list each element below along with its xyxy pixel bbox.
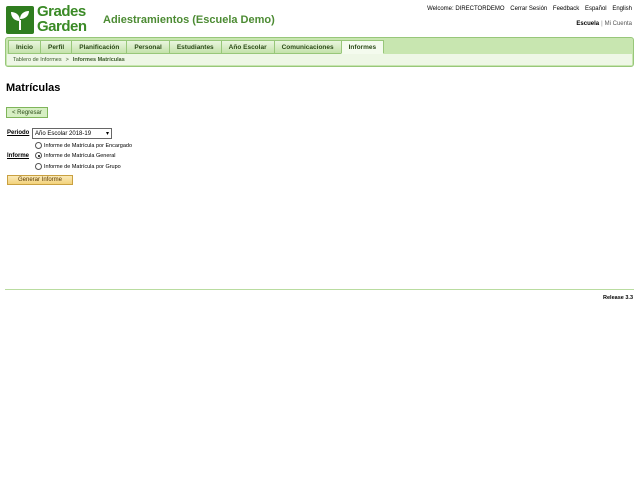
breadcrumb: Tablero de Informes > Informes Matrícula…	[7, 54, 632, 65]
radio-button-selected[interactable]	[35, 152, 42, 159]
report-option-group[interactable]: Informe de Matrícula por Grupo	[35, 163, 121, 170]
breadcrumb-parent-link[interactable]: Tablero de Informes	[13, 57, 62, 63]
footer-divider	[5, 289, 634, 290]
report-option-label: Informe de Matrícula General	[44, 152, 116, 159]
tab-comunicaciones[interactable]: Comunicaciones	[273, 40, 341, 54]
tab-planificacion[interactable]: Planificación	[71, 40, 127, 54]
page-title: Matrículas	[6, 82, 61, 94]
switch-separator: |	[601, 21, 603, 27]
school-view-link[interactable]: Escuela	[576, 21, 599, 27]
logo-text-line2: Garden	[37, 18, 87, 35]
english-link[interactable]: English	[612, 6, 632, 12]
tab-ano-escolar[interactable]: Año Escolar	[220, 40, 274, 54]
report-option-label: Informe de Matrícula por Encargado	[44, 142, 133, 149]
back-button[interactable]: < Regresar	[6, 107, 48, 118]
top-links: Welcome: DIRECTORDEMO Cerrar Sesión Feed…	[423, 6, 632, 12]
tab-estudiantes[interactable]: Estudiantes	[168, 40, 221, 54]
report-option-general[interactable]: Informe de Matrícula General	[35, 152, 116, 159]
grades-garden-logo[interactable]: Grades Garden	[6, 4, 94, 36]
tab-perfil[interactable]: Perfil	[39, 40, 72, 54]
spanish-link[interactable]: Español	[585, 6, 607, 12]
breadcrumb-arrow: >	[65, 56, 69, 63]
period-label: Periodo	[7, 130, 30, 136]
view-switch: Escuela | Mi Cuenta	[576, 21, 632, 27]
tab-informes[interactable]: Informes	[340, 40, 385, 54]
chevron-down-icon: ▾	[105, 131, 109, 137]
radio-button[interactable]	[35, 163, 42, 170]
logo-text-line1: Grades	[37, 3, 86, 20]
nav-tabs: Inicio Perfil Planificación Personal Est…	[8, 40, 385, 54]
generate-report-button[interactable]: Generar Informe	[7, 175, 73, 185]
tab-inicio[interactable]: Inicio	[8, 40, 40, 54]
tab-personal[interactable]: Personal	[126, 40, 169, 54]
period-select-value: Año Escolar 2018-19	[35, 130, 92, 137]
report-option-guardian[interactable]: Informe de Matrícula por Encargado	[35, 142, 132, 149]
period-select[interactable]: Año Escolar 2018-19 ▾	[32, 128, 112, 139]
release-label: Release 3.3	[603, 295, 633, 301]
feedback-link[interactable]: Feedback	[553, 6, 579, 12]
sprout-icon	[6, 6, 34, 34]
welcome-text: Welcome: DIRECTORDEMO	[427, 6, 505, 12]
breadcrumb-current: Informes Matrículas	[72, 56, 125, 63]
school-title: Adiestramientos (Escuela Demo)	[103, 14, 275, 26]
report-label: Informe	[7, 153, 30, 159]
my-account-link[interactable]: Mi Cuenta	[605, 21, 632, 27]
main-navigation: Inicio Perfil Planificación Personal Est…	[5, 37, 634, 67]
logo-text: Grades Garden	[37, 4, 87, 34]
report-option-label: Informe de Matrícula por Grupo	[44, 163, 121, 170]
logout-link[interactable]: Cerrar Sesión	[510, 6, 547, 12]
radio-button[interactable]	[35, 142, 42, 149]
